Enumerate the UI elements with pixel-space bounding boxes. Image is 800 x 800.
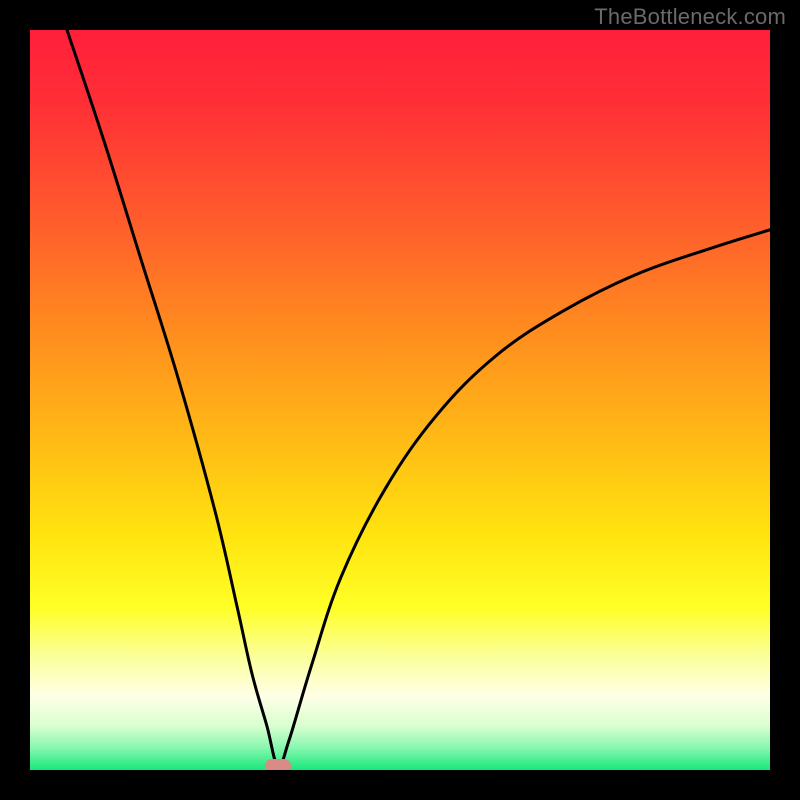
watermark-text: TheBottleneck.com xyxy=(594,4,786,30)
plot-area xyxy=(30,30,770,770)
chart-frame: TheBottleneck.com xyxy=(0,0,800,800)
minimum-marker-icon xyxy=(265,759,291,770)
bottleneck-curve xyxy=(30,30,770,770)
